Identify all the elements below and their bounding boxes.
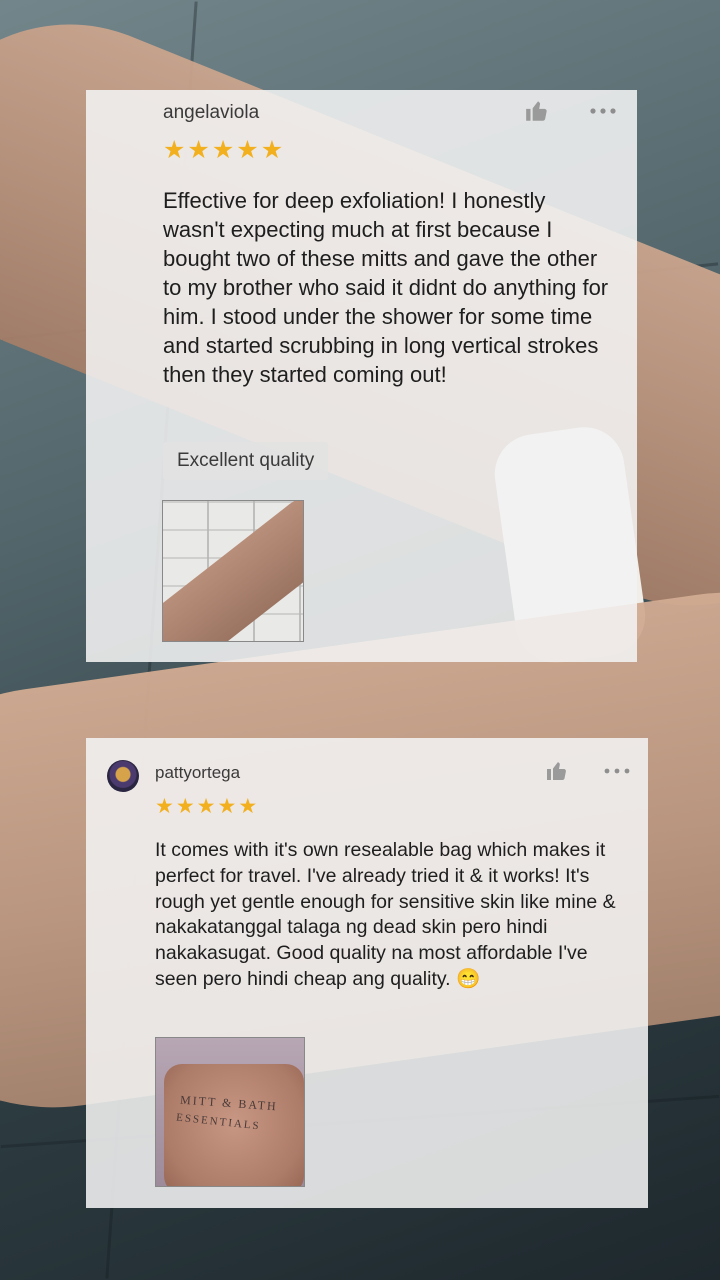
star-icon: ★ [236, 136, 259, 164]
avatar[interactable] [107, 760, 139, 792]
review-tag: Excellent quality [163, 442, 329, 480]
star-icon: ★ [187, 136, 210, 164]
star-icon: ★ [211, 136, 235, 164]
more-options-icon[interactable] [603, 767, 631, 775]
star-icon: ★ [175, 795, 195, 818]
review-photo[interactable] [162, 500, 304, 642]
review-text: It comes with it's own resealable bag wh… [155, 839, 616, 990]
more-options-icon[interactable] [589, 107, 617, 115]
thumbs-up-icon[interactable] [545, 759, 569, 783]
thumbs-up-icon[interactable] [524, 98, 550, 124]
review-text: Effective for deep exfoliation! I honest… [163, 188, 609, 387]
star-rating: ★ ★ ★ ★ ★ [155, 796, 257, 817]
star-icon: ★ [217, 795, 237, 818]
reviewer-username[interactable]: angelaviola [163, 102, 259, 124]
star-icon: ★ [260, 136, 284, 164]
star-icon: ★ [155, 795, 174, 818]
review-card: pattyortega ★ ★ ★ ★ ★ It comes with it's… [86, 738, 648, 1208]
star-icon: ★ [238, 795, 258, 818]
star-icon: ★ [163, 136, 186, 164]
reviewer-username[interactable]: pattyortega [155, 763, 240, 783]
star-rating: ★ ★ ★ ★ ★ [163, 138, 283, 163]
review-card: angelaviola ★ ★ ★ ★ ★ Effective for deep… [86, 90, 637, 662]
review-photo[interactable]: MITT & BATH ESSENTIALS [155, 1037, 305, 1187]
star-icon: ★ [196, 795, 216, 818]
